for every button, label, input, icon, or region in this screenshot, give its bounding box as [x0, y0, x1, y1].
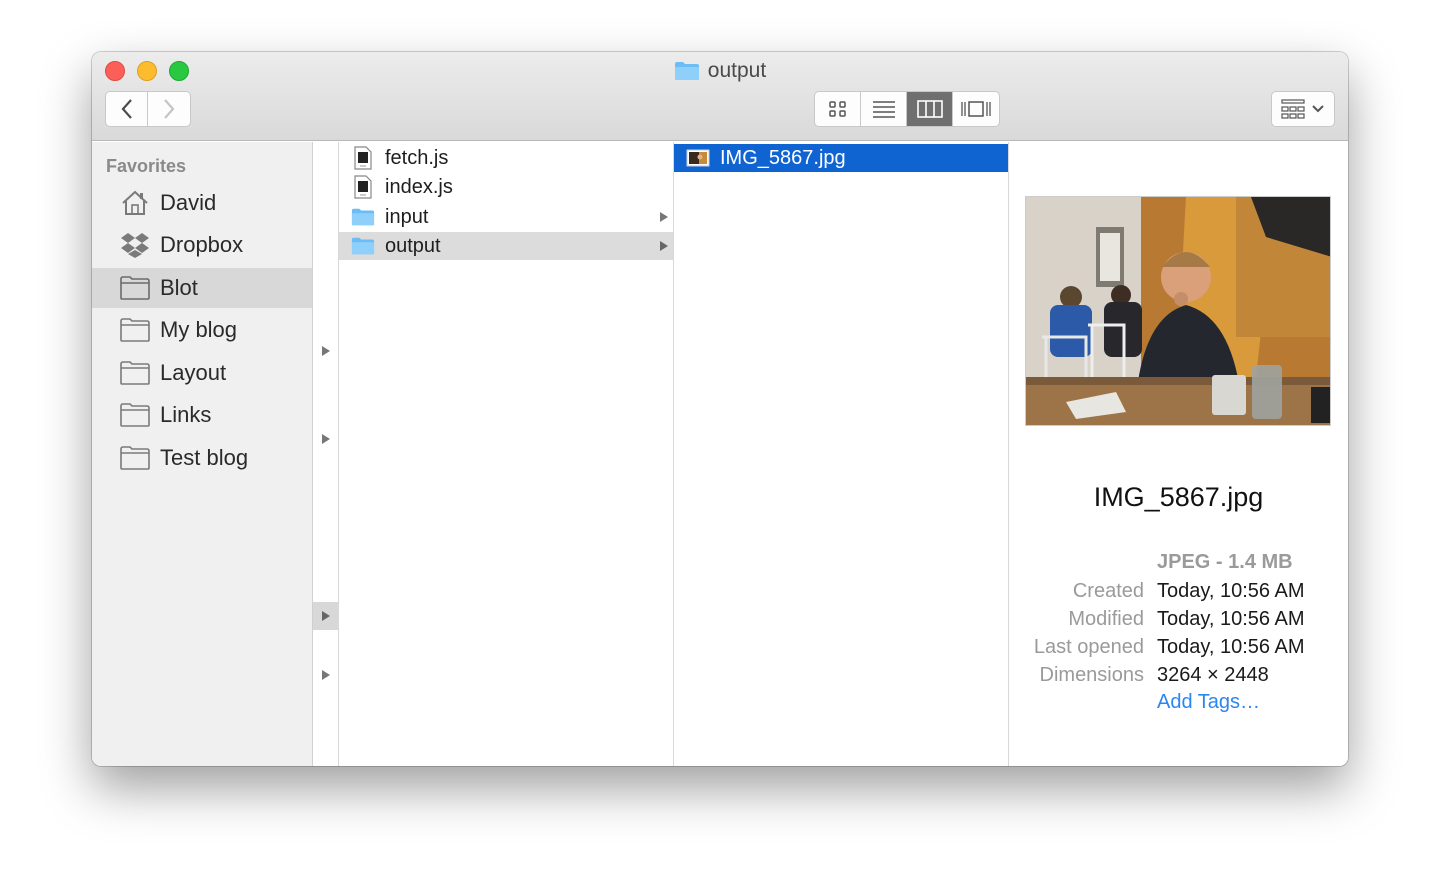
- list-item-output-folder[interactable]: output: [339, 232, 673, 260]
- sidebar-item-label: Test blog: [160, 445, 249, 470]
- folder-name: input: [385, 205, 429, 228]
- window-title: output: [92, 58, 1348, 84]
- sidebar-item-blot[interactable]: Blot: [92, 268, 312, 308]
- disclosure-arrow-icon: [321, 611, 330, 621]
- column-view-button[interactable]: [907, 92, 953, 126]
- meta-dimensions: Dimensions 3264 × 2448: [1009, 664, 1348, 690]
- file-name: index.js: [385, 175, 453, 198]
- sidebar-item-david[interactable]: David: [92, 183, 312, 223]
- meta-modified: Modified Today, 10:56 AM: [1009, 608, 1348, 634]
- image-file-icon: [686, 146, 710, 170]
- list-item-img-5867[interactable]: IMG_5867.jpg: [674, 144, 1008, 172]
- image-preview: [1025, 196, 1331, 426]
- file-name: fetch.js: [385, 146, 449, 169]
- sidebar-item-label: Dropbox: [160, 232, 244, 257]
- home-icon: [120, 190, 150, 216]
- disclosure-arrow-icon: [660, 241, 668, 251]
- list-item-index-js[interactable]: index.js: [339, 173, 673, 201]
- preview-file-name: IMG_5867.jpg: [1093, 482, 1264, 512]
- sidebar-item-test-blog[interactable]: Test blog: [92, 438, 312, 478]
- chevron-right-icon: [164, 99, 175, 119]
- meta-value: Today, 10:56 AM: [1157, 636, 1305, 658]
- js-file-icon: [351, 175, 375, 199]
- chevron-down-icon: [1312, 105, 1324, 113]
- sidebar-item-layout[interactable]: Layout: [92, 353, 312, 393]
- finder-window: output Favorites David Dropbox Blot My b…: [92, 52, 1348, 766]
- arrange-button[interactable]: [1271, 91, 1335, 127]
- list-view-icon: [872, 101, 895, 118]
- parent-row[interactable]: [313, 661, 338, 689]
- titlebar: output: [92, 52, 1348, 141]
- icon-view-button[interactable]: [815, 92, 861, 126]
- disclosure-arrow-icon: [321, 346, 330, 356]
- window-title-text: output: [707, 59, 767, 82]
- parent-row[interactable]: [313, 337, 338, 365]
- add-tags-link[interactable]: Add Tags…: [1157, 691, 1260, 714]
- meta-label: Created: [1072, 580, 1144, 602]
- meta-label: Modified: [1068, 608, 1144, 630]
- disclosure-arrow-icon: [660, 212, 668, 222]
- meta-label: Dimensions: [1039, 664, 1144, 686]
- list-item-fetch-js[interactable]: fetch.js: [339, 144, 673, 172]
- meta-value: Today, 10:56 AM: [1157, 608, 1305, 630]
- sidebar-item-label: Layout: [160, 360, 227, 385]
- folder-icon: [120, 445, 150, 471]
- parent-row[interactable]: [313, 425, 338, 453]
- cover-flow-icon: [961, 101, 991, 117]
- forward-button[interactable]: [148, 91, 191, 127]
- sidebar-item-my-blog[interactable]: My blog: [92, 310, 312, 350]
- sidebar-header: Favorites: [106, 156, 187, 176]
- icon-view-icon: [828, 101, 846, 117]
- meta-value: Today, 10:56 AM: [1157, 580, 1305, 602]
- folder-icon: [120, 317, 150, 343]
- file-name: IMG_5867.jpg: [720, 146, 846, 169]
- meta-value: 3264 × 2448: [1157, 664, 1269, 686]
- disclosure-arrow-icon: [321, 670, 330, 680]
- meta-created: Created Today, 10:56 AM: [1009, 580, 1348, 606]
- meta-last-opened: Last opened Today, 10:56 AM: [1009, 636, 1348, 662]
- list-view-button[interactable]: [861, 92, 907, 126]
- parent-row-selected[interactable]: [313, 602, 338, 630]
- sidebar-item-label: Blot: [160, 275, 198, 300]
- column-view-icon: [916, 100, 943, 118]
- chevron-left-icon: [121, 99, 132, 119]
- sidebar: Favorites David Dropbox Blot My blog Lay…: [92, 142, 313, 766]
- preview-kind-size: JPEG - 1.4 MB: [1157, 551, 1293, 573]
- folder-icon: [120, 360, 150, 386]
- output-column: IMG_5867.jpg: [674, 142, 1009, 766]
- back-button[interactable]: [105, 91, 148, 127]
- preview-pane: IMG_5867.jpg JPEG - 1.4 MB Created Today…: [1009, 142, 1348, 766]
- folder-column: fetch.js index.js input output: [339, 142, 674, 766]
- folder-icon: [120, 402, 150, 428]
- folder-icon: [674, 61, 700, 81]
- parent-column: [313, 142, 339, 766]
- dropbox-icon: [120, 232, 150, 258]
- sidebar-item-label: My blog: [160, 317, 238, 342]
- folder-icon: [351, 205, 375, 229]
- folder-icon: [120, 275, 150, 301]
- view-mode-group: [814, 91, 1000, 127]
- arrange-grid-icon: [1281, 99, 1305, 119]
- meta-label: Last opened: [1033, 636, 1144, 658]
- folder-name: output: [385, 234, 441, 257]
- cover-flow-view-button[interactable]: [953, 92, 999, 126]
- disclosure-arrow-icon: [321, 434, 330, 444]
- js-file-icon: [351, 146, 375, 170]
- sidebar-item-links[interactable]: Links: [92, 395, 312, 435]
- sidebar-item-dropbox[interactable]: Dropbox: [92, 225, 312, 265]
- sidebar-item-label: David: [160, 190, 217, 215]
- folder-icon: [351, 234, 375, 258]
- list-item-input-folder[interactable]: input: [339, 203, 673, 231]
- sidebar-item-label: Links: [160, 402, 212, 427]
